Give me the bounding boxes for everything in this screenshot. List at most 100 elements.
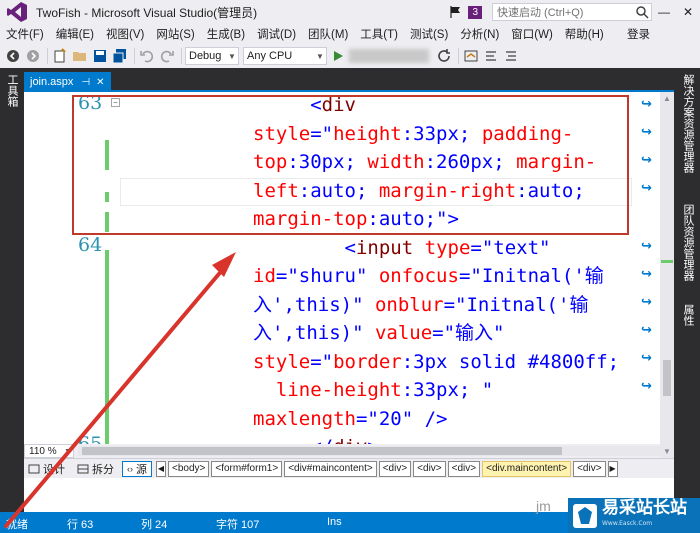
solution-explorer-tab[interactable]: 解决方案资源管理器 — [680, 74, 696, 173]
menu-edit[interactable]: 编辑(E) — [50, 26, 100, 42]
document-tab-join-aspx[interactable]: join.aspx ⊣ ✕ — [24, 72, 111, 92]
navigate-forward-icon[interactable] — [24, 47, 42, 65]
zoom-scroll-row: 110 % ▼ — [24, 444, 660, 458]
breadcrumb-item[interactable]: <div> — [378, 460, 412, 477]
refresh-icon[interactable] — [435, 47, 453, 65]
start-debugging-button[interactable] — [331, 49, 345, 63]
save-icon[interactable] — [91, 47, 109, 65]
standard-toolbar: Debug ▼ Any CPU ▼ — [0, 44, 700, 68]
code-token: < — [344, 236, 356, 259]
word-wrap-gutter: ↪ ↪ ↪ ↪ ↪ ↪ ↪ ↪ ↪ ↪ — [636, 92, 660, 444]
word-wrap-icon: ↪ — [641, 322, 652, 337]
menu-analyze[interactable]: 分析(N) — [454, 26, 505, 42]
breadcrumb-next-icon[interactable]: ▶ — [607, 460, 618, 477]
document-tab-label: join.aspx — [30, 76, 74, 88]
vertical-scrollbar[interactable]: ▲ ▼ — [660, 92, 674, 458]
breadcrumb-item[interactable]: <div> — [447, 460, 481, 477]
menu-team[interactable]: 团队(M) — [302, 26, 354, 42]
chevron-down-icon: ▼ — [64, 447, 71, 455]
pin-icon[interactable]: ⊣ — [81, 77, 90, 88]
menu-window[interactable]: 窗口(W) — [505, 26, 559, 42]
split-view-button[interactable]: 拆分 — [73, 461, 118, 477]
breadcrumb-prev-icon[interactable]: ◀ — [156, 460, 166, 477]
menu-tools[interactable]: 工具(T) — [354, 26, 404, 42]
watermark-jm-text: jm — [536, 498, 551, 514]
menu-debug[interactable]: 调试(D) — [251, 26, 302, 42]
code-token: :33px; " — [401, 379, 494, 401]
code-line[interactable]: maxlength="20" /> — [253, 405, 448, 434]
visual-studio-logo-icon — [7, 2, 27, 22]
menu-file[interactable]: 文件(F) — [0, 26, 50, 42]
code-line[interactable]: 入',this)" onblur="Initnal('输 — [253, 291, 588, 320]
code-line[interactable]: <input type="text" — [253, 234, 551, 263]
annotation-highlight-box — [72, 95, 629, 235]
scrollbar-thumb[interactable] — [663, 360, 671, 396]
menu-build[interactable]: 生成(B) — [201, 26, 251, 42]
breadcrumb-item[interactable]: <div> — [573, 460, 606, 477]
breadcrumb-item[interactable]: <div> — [413, 460, 446, 477]
design-view-button[interactable]: 设计 — [24, 461, 69, 477]
properties-tab[interactable]: 属性 — [680, 304, 696, 326]
menu-test[interactable]: 测试(S) — [404, 26, 454, 42]
navigate-back-icon[interactable] — [4, 47, 22, 65]
source-view-button[interactable]: ‹› 源 — [122, 460, 152, 477]
word-wrap-icon: ↪ — [641, 124, 652, 139]
open-file-icon[interactable] — [71, 47, 89, 65]
play-icon — [334, 51, 343, 61]
quick-launch-input[interactable]: 快速启动 (Ctrl+Q) — [492, 3, 652, 21]
zoom-select[interactable]: 110 % ▼ — [24, 444, 74, 458]
horizontal-scrollbar-thumb[interactable] — [82, 447, 562, 455]
scroll-down-icon[interactable]: ▼ — [663, 447, 671, 456]
notification-badge[interactable]: 3 — [468, 5, 482, 19]
word-wrap-icon: ↪ — [641, 378, 652, 393]
view-switch-bar: 设计 拆分 ‹› 源 ◀ <body> <form#form1> <div#ma… — [24, 458, 674, 478]
save-all-icon[interactable] — [111, 47, 129, 65]
title-bar: TwoFish - Microsoft Visual Studio(管理员) 3… — [0, 0, 700, 24]
new-project-icon[interactable] — [51, 47, 69, 65]
code-token: line-height — [275, 379, 402, 401]
code-line[interactable]: style="border:3px solid #4800ff; — [253, 348, 619, 377]
configuration-select[interactable]: Debug ▼ — [185, 47, 239, 65]
code-line[interactable]: id="shuru" onfocus="Initnal('输 — [253, 262, 604, 291]
browser-target-label — [349, 49, 429, 63]
comment-icon[interactable] — [482, 47, 500, 65]
login-link[interactable]: 登录 — [627, 26, 650, 42]
redo-icon[interactable] — [158, 47, 176, 65]
toolbar-separator — [47, 48, 48, 64]
word-wrap-icon: ↪ — [641, 350, 652, 365]
watermark-logo: 易采站长站 Www.Easck.Com — [568, 498, 700, 533]
word-wrap-icon: ↪ — [641, 96, 652, 111]
horizontal-scrollbar[interactable] — [78, 446, 660, 456]
word-wrap-icon: ↪ — [641, 266, 652, 281]
toolbar-separator — [134, 48, 135, 64]
scrollbar-change-mark — [661, 260, 673, 263]
search-icon[interactable] — [633, 4, 651, 20]
team-explorer-tab[interactable]: 团队资源管理器 — [680, 204, 696, 281]
code-token: 入',this)" — [253, 322, 364, 344]
menu-website[interactable]: 网站(S) — [150, 26, 200, 42]
code-token: =" — [310, 350, 334, 373]
breadcrumb-item-selected[interactable]: <div.maincontent> — [482, 460, 572, 477]
code-token: border — [333, 350, 402, 373]
undo-icon[interactable] — [138, 47, 156, 65]
breadcrumb-item[interactable]: <form#form1> — [211, 460, 283, 477]
close-icon[interactable]: ✕ — [96, 77, 104, 88]
status-row: 行 63 — [67, 519, 94, 531]
browser-link-icon[interactable] — [462, 47, 480, 65]
code-token: value — [374, 322, 433, 344]
menu-view[interactable]: 视图(V) — [100, 26, 150, 42]
code-line[interactable]: 入',this)" value="输入" — [253, 319, 505, 348]
feedback-flag-icon[interactable] — [448, 4, 464, 20]
toolbox-tab[interactable]: 工具箱 — [4, 74, 20, 107]
code-line[interactable]: line-height:33px; " — [253, 376, 493, 405]
split-label: 拆分 — [92, 463, 114, 476]
line-number: 64 — [78, 234, 103, 256]
uncomment-icon[interactable] — [502, 47, 520, 65]
scroll-up-icon[interactable]: ▲ — [663, 94, 671, 103]
menu-help[interactable]: 帮助(H) — [559, 26, 610, 42]
breadcrumb-item[interactable]: <body> — [168, 460, 210, 477]
minimize-button[interactable]: — — [652, 0, 676, 24]
close-button[interactable]: ✕ — [676, 0, 700, 24]
platform-select[interactable]: Any CPU ▼ — [243, 47, 327, 65]
breadcrumb-item[interactable]: <div#maincontent> — [284, 460, 377, 477]
